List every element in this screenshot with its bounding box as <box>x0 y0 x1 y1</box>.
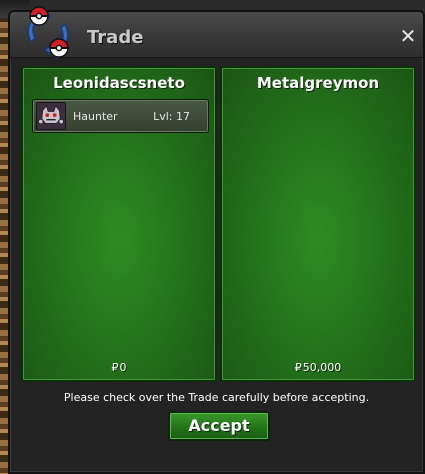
haunter-icon <box>36 102 66 130</box>
window-title: Trade <box>87 27 144 48</box>
pokedollar-symbol: ₽ <box>294 361 302 374</box>
offered-money-partner: ₽50,000 <box>222 361 414 374</box>
trade-panel-partner: Metalgreymon ₽50,000 <box>220 66 416 382</box>
pokemon-name: Haunter <box>73 110 118 123</box>
trader-name-self: Leonidascsneto <box>53 74 185 92</box>
pokeball-icon <box>29 6 49 26</box>
offered-money-self: ₽0 <box>23 361 215 374</box>
money-amount: 50,000 <box>302 361 342 374</box>
accept-button[interactable]: Accept <box>168 411 270 441</box>
trade-notice: Please check over the Trade carefully be… <box>63 391 370 404</box>
pokemon-level: Lvl: 17 <box>153 110 190 123</box>
money-amount: 0 <box>119 361 127 374</box>
trade-panel-self: Leonidascsneto Haunter Lvl: 17 ₽0 <box>21 66 217 382</box>
close-button[interactable]: ✕ <box>399 26 417 46</box>
pokedollar-symbol: ₽ <box>111 361 119 374</box>
trade-swap-icon <box>27 6 69 60</box>
trader-name-partner: Metalgreymon <box>256 74 380 92</box>
trade-window: Trade ✕ Leonidascsneto Haunter Lvl: 17 ₽… <box>8 6 425 474</box>
pokemon-slot[interactable]: Haunter Lvl: 17 <box>32 99 209 133</box>
